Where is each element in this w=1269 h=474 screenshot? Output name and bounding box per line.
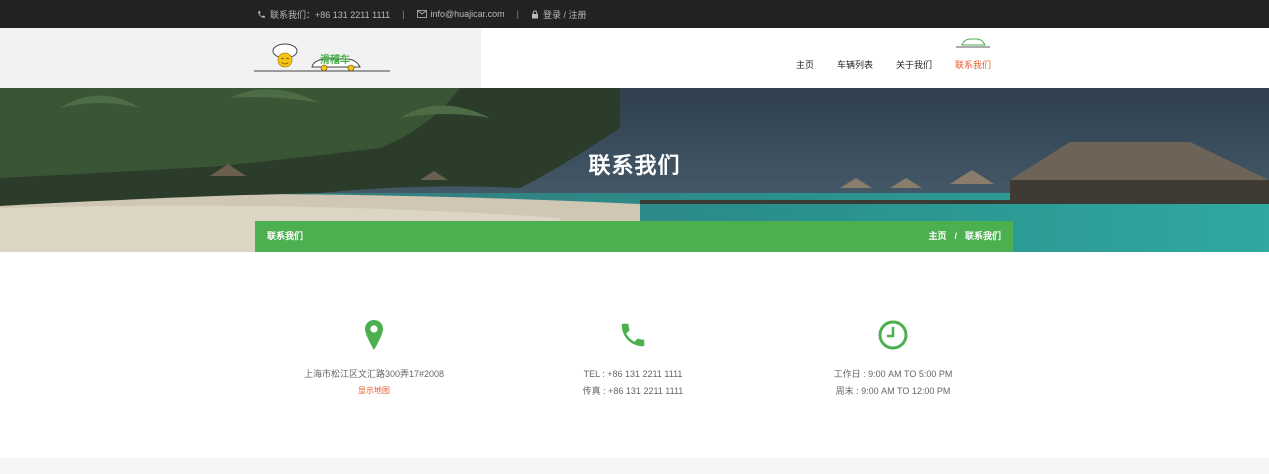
phone-text: 联系我们：+86 131 2211 1111 bbox=[270, 9, 391, 20]
breadcrumb-title: 联系我们 bbox=[267, 231, 304, 241]
breadcrumb-bar: 联系我们 主页 / 联系我们 bbox=[255, 221, 1013, 252]
workday-hours: 工作日 : 9:00 AM TO 5:00 PM bbox=[833, 369, 953, 379]
map-pin-icon bbox=[365, 320, 383, 350]
address-text: 上海市松江区文汇路300弄17#2008 bbox=[303, 369, 445, 379]
hero-banner: 联系我们 联系我们 主页 / 联系我们 bbox=[0, 88, 1269, 252]
nav-item-home[interactable]: 主页 bbox=[796, 58, 814, 71]
weekend-hours: 周末 : 9:00 AM TO 12:00 PM bbox=[835, 386, 951, 396]
email-link[interactable]: info@huajicar.com bbox=[431, 9, 505, 19]
divider: | bbox=[402, 9, 405, 19]
page-title: 联系我们 bbox=[588, 153, 681, 178]
car-icon bbox=[956, 38, 991, 47]
logo-area: 滑稽车 bbox=[0, 28, 481, 88]
show-map-link[interactable]: 显示地图 bbox=[358, 385, 390, 396]
envelope-icon bbox=[416, 10, 427, 18]
login-link[interactable]: 登录 / 注册 bbox=[543, 8, 587, 21]
lock-icon bbox=[532, 10, 539, 18]
divider: | bbox=[516, 9, 520, 19]
nav-item-vehicles[interactable]: 车辆列表 bbox=[837, 58, 873, 71]
nav-item-contact[interactable]: 联系我们 bbox=[955, 38, 992, 71]
address-block: 上海市松江区文汇路300弄17#2008 显示地图 bbox=[254, 320, 494, 396]
main-nav: 主页 车辆列表 关于我们 联系我们 bbox=[796, 28, 991, 88]
footer-strip bbox=[0, 458, 1269, 474]
breadcrumb-current: 联系我们 bbox=[964, 231, 1001, 241]
site-header: 滑稽车 主页 车辆列表 关于我们 联系我们 bbox=[0, 28, 1269, 88]
phone-icon bbox=[621, 323, 645, 347]
hours-block: 工作日 : 9:00 AM TO 5:00 PM 周末 : 9:00 AM TO… bbox=[773, 320, 1013, 400]
site-logo[interactable]: 滑稽车 bbox=[254, 42, 390, 74]
phone-icon bbox=[258, 10, 265, 18]
top-bar: 联系我们：+86 131 2211 1111 | info@huajicar.c… bbox=[0, 0, 1269, 28]
phone-block: TEL : +86 131 2211 1111 传真 : +86 131 221… bbox=[513, 320, 753, 400]
logo-text: 滑稽车 bbox=[320, 55, 350, 66]
nav-item-about[interactable]: 关于我们 bbox=[896, 58, 932, 71]
email-contact[interactable]: info@huajicar.com bbox=[416, 9, 505, 19]
fax-text: 传真 : +86 131 2211 1111 bbox=[582, 386, 684, 396]
breadcrumb: 主页 / 联系我们 bbox=[928, 221, 1001, 252]
breadcrumb-separator: / bbox=[954, 231, 957, 241]
breadcrumb-home-link[interactable]: 主页 bbox=[928, 221, 946, 252]
login-register[interactable]: 登录 / 注册 bbox=[531, 8, 587, 21]
clock-icon bbox=[878, 320, 908, 350]
nav-item-contact-label: 联系我们 bbox=[955, 59, 992, 70]
phone-contact: 联系我们：+86 131 2211 1111 bbox=[257, 8, 390, 21]
tel-text: TEL : +86 131 2211 1111 bbox=[583, 369, 683, 379]
